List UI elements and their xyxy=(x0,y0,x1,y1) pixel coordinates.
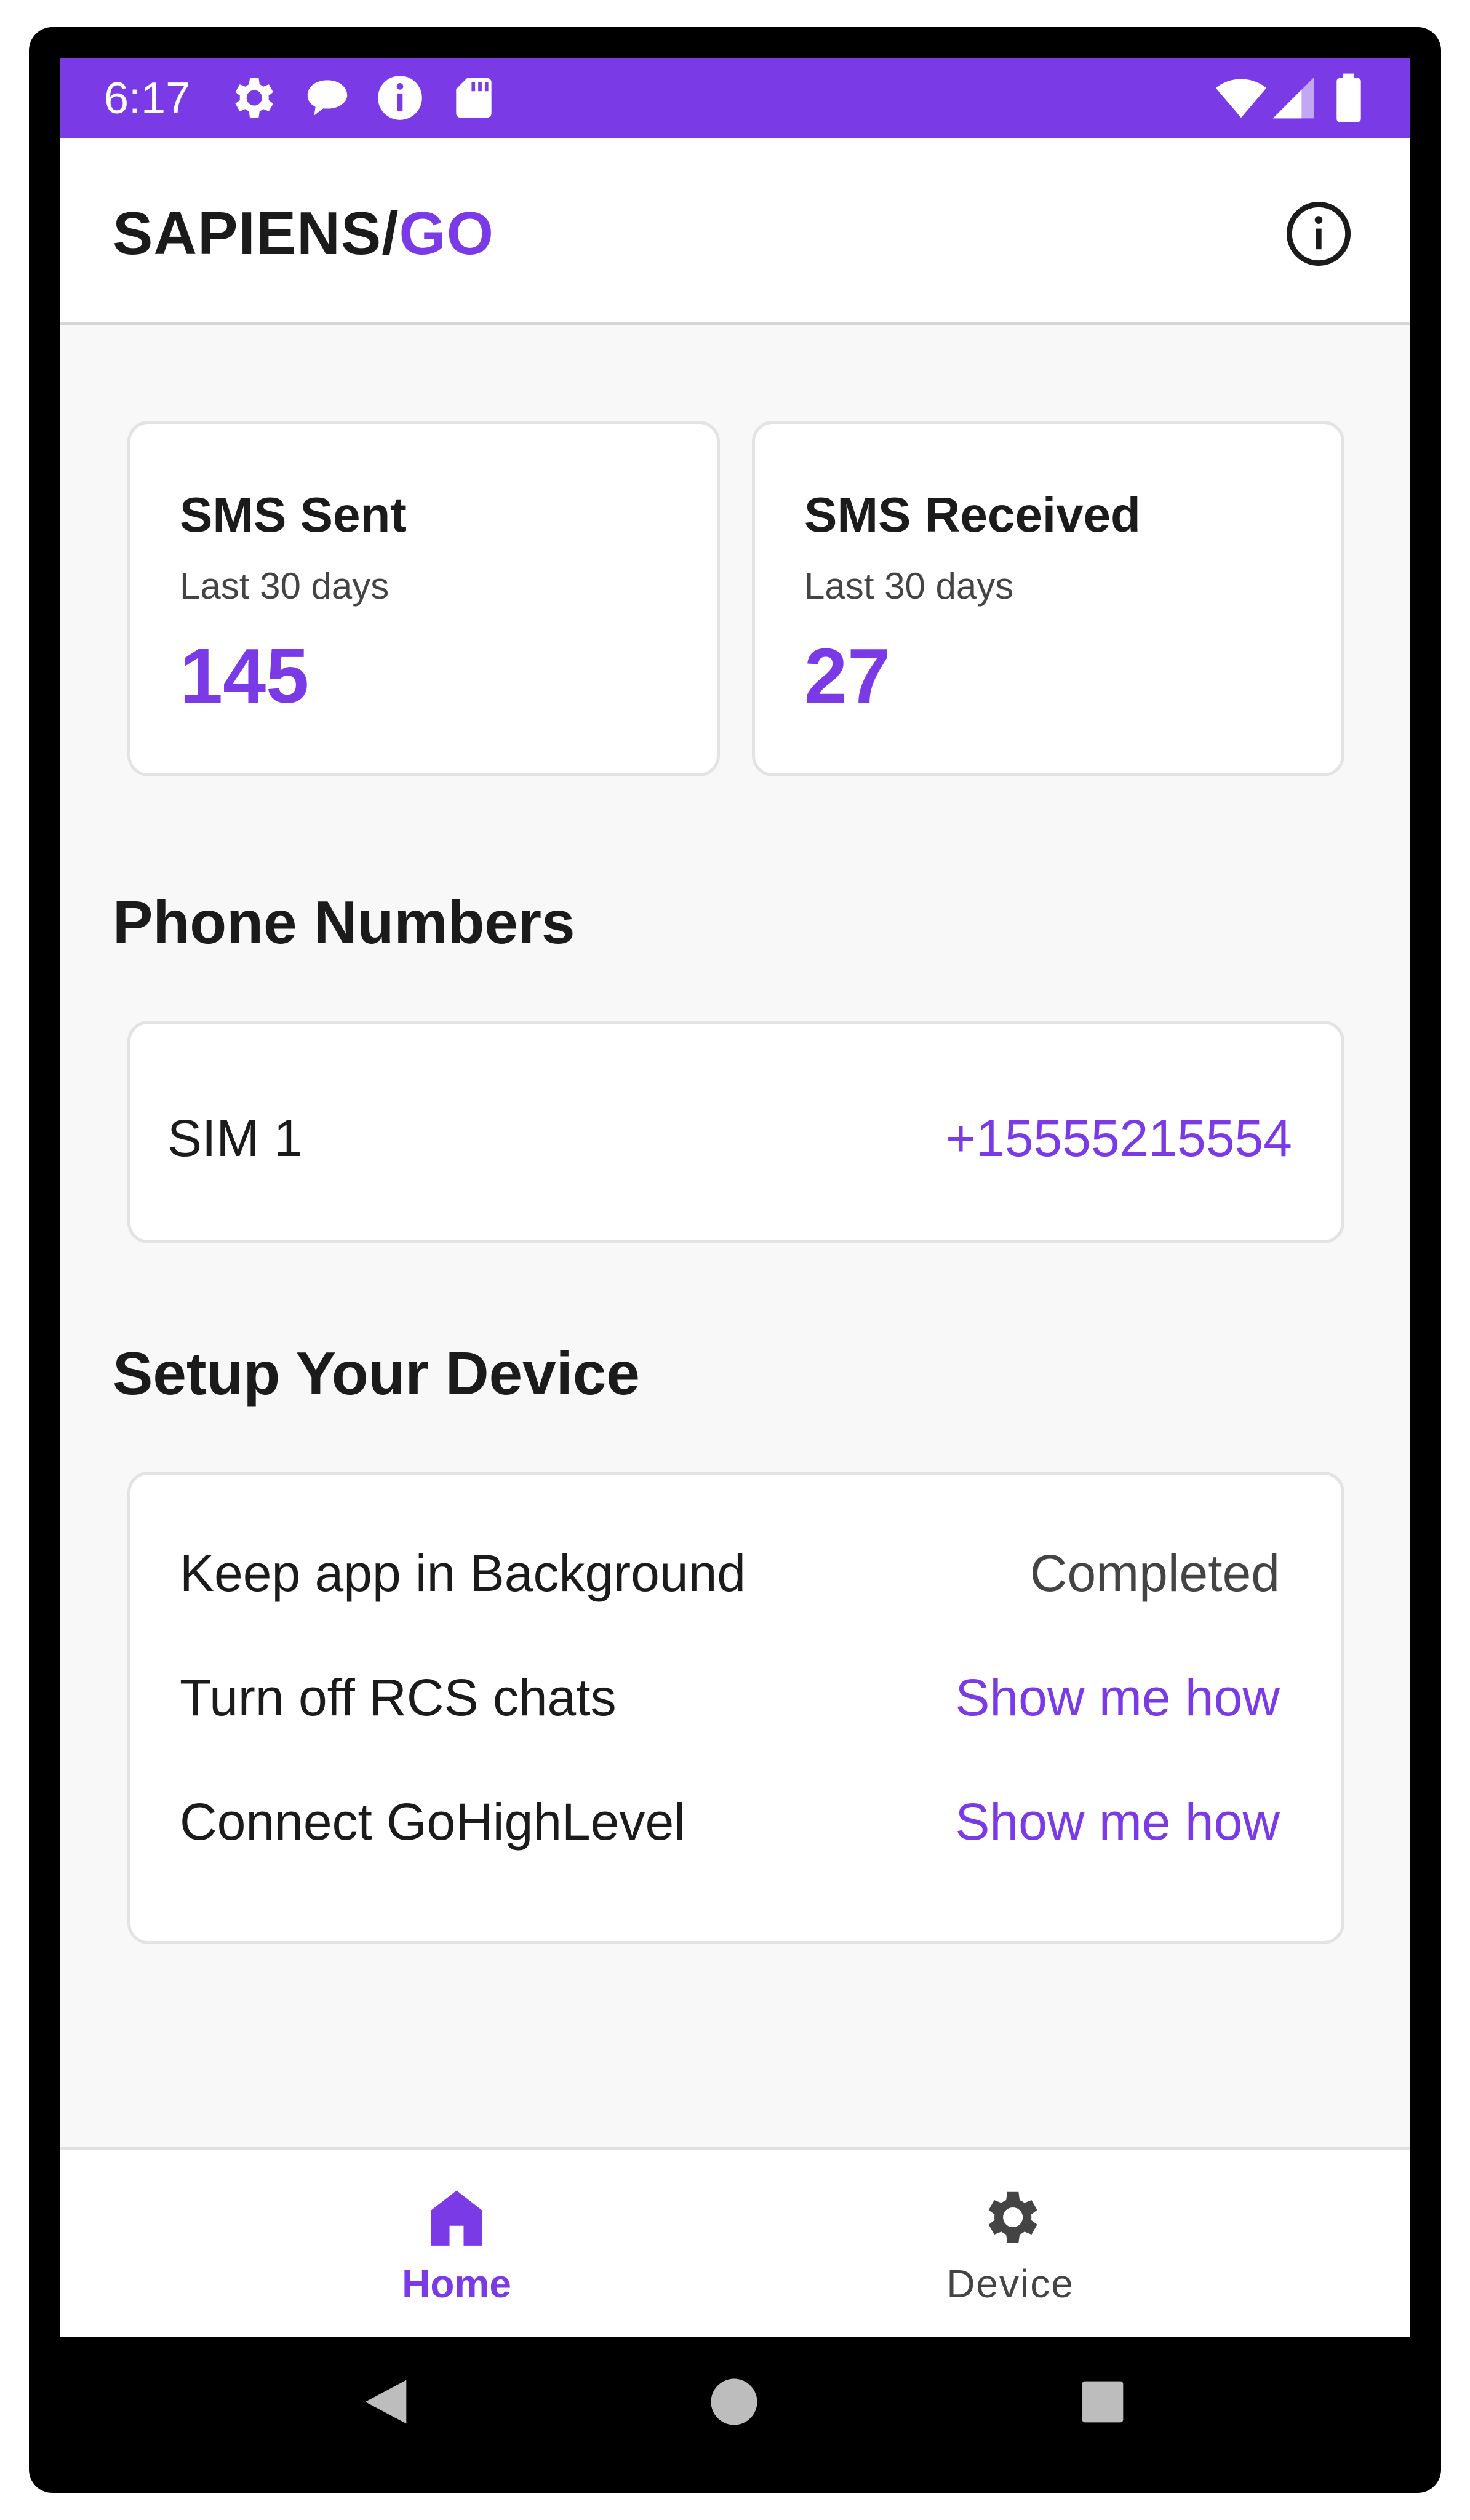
info-icon xyxy=(378,76,422,120)
phone-number-card[interactable]: SIM 1 +15555215554 xyxy=(127,1021,1344,1243)
gear-icon xyxy=(235,78,274,118)
setup-row-gohighlevel: Connect GoHighLevel Show me how xyxy=(180,1791,1280,1852)
device-frame: 6:17 SAPIENS/GO SMS Sent Last 30 days 14… xyxy=(29,27,1441,2493)
back-icon[interactable] xyxy=(355,2371,417,2433)
setup-card: Keep app in Background Completed Turn of… xyxy=(127,1472,1344,1944)
battery-icon xyxy=(1336,73,1361,122)
setup-heading: Setup Your Device xyxy=(113,1339,640,1407)
wifi-icon xyxy=(1215,79,1267,118)
status-time: 6:17 xyxy=(104,74,191,123)
show-me-how-link[interactable]: Show me how xyxy=(955,1667,1280,1728)
brand-primary: SAPIENS/ xyxy=(113,199,399,267)
stat-value: 27 xyxy=(804,632,891,719)
recents-square-icon[interactable] xyxy=(1072,2371,1133,2433)
sim-label: SIM 1 xyxy=(167,1109,303,1167)
nav-label: Home xyxy=(402,2262,511,2306)
nav-home[interactable]: Home xyxy=(272,2150,641,2340)
app-logo: SAPIENS/GO xyxy=(113,196,494,270)
cell-signal-icon xyxy=(1272,77,1314,119)
brand-accent: GO xyxy=(399,199,494,267)
stat-title: SMS Sent xyxy=(180,487,407,542)
app-bar: SAPIENS/GO xyxy=(60,138,1410,325)
home-circle-icon[interactable] xyxy=(703,2371,765,2433)
system-navigation-bar xyxy=(60,2337,1410,2460)
setup-status-completed: Completed xyxy=(1029,1544,1280,1602)
stat-title: SMS Received xyxy=(804,487,1141,542)
show-me-how-link[interactable]: Show me how xyxy=(955,1791,1280,1852)
info-circle-icon[interactable] xyxy=(1284,199,1353,268)
setup-row-rcs: Turn off RCS chats Show me how xyxy=(180,1667,1280,1728)
setup-item-label: Keep app in Background xyxy=(180,1544,746,1602)
stat-subtitle: Last 30 days xyxy=(804,565,1014,607)
setup-item-label: Turn off RCS chats xyxy=(180,1669,617,1726)
setup-row-background: Keep app in Background Completed xyxy=(180,1542,1280,1604)
nav-label: Device xyxy=(946,2262,1074,2306)
sim-phone-number[interactable]: +15555215554 xyxy=(946,1109,1292,1168)
status-bar: 6:17 xyxy=(60,58,1410,138)
phone-numbers-heading: Phone Numbers xyxy=(113,888,575,956)
gear-icon xyxy=(988,2191,1037,2243)
sd-card-icon xyxy=(456,78,492,118)
sms-sent-card: SMS Sent Last 30 days 145 xyxy=(127,421,720,776)
stat-value: 145 xyxy=(180,632,310,719)
bottom-navigation: Home Device xyxy=(60,2147,1410,2340)
screen: 6:17 SAPIENS/GO SMS Sent Last 30 days 14… xyxy=(60,58,1410,2460)
sms-received-card: SMS Received Last 30 days 27 xyxy=(752,421,1344,776)
setup-item-label: Connect GoHighLevel xyxy=(180,1793,685,1851)
nav-device[interactable]: Device xyxy=(826,2150,1195,2340)
chat-bubble-icon xyxy=(307,80,348,116)
stat-subtitle: Last 30 days xyxy=(180,565,389,607)
home-icon xyxy=(431,2190,482,2246)
